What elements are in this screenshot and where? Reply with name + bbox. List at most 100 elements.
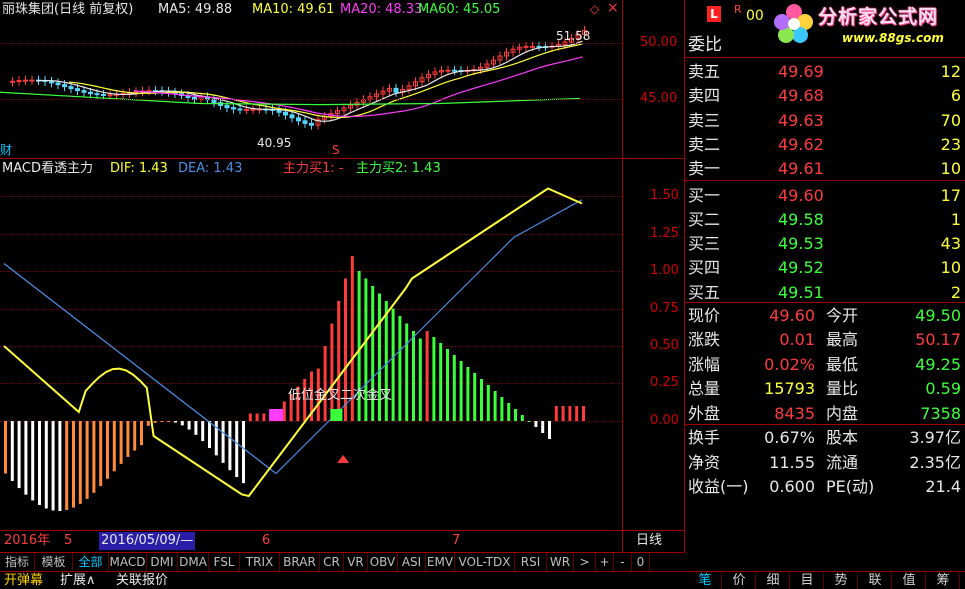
- macd-histogram-bar: [133, 421, 137, 451]
- annotation-second-golden-cross: 二次金叉: [340, 388, 393, 403]
- macd-histogram-bar: [112, 421, 116, 472]
- l-badge[interactable]: L: [707, 6, 721, 22]
- finance-value: 3.97亿: [909, 428, 961, 447]
- indicator-tab[interactable]: BRAR: [280, 553, 320, 571]
- quote-tab[interactable]: 目: [791, 573, 824, 589]
- indicator-tab[interactable]: VR: [344, 553, 368, 571]
- finance-label: 收益(一): [688, 477, 749, 496]
- finance-label: 流通: [826, 452, 859, 472]
- macd-histogram-bar: [473, 373, 477, 421]
- quote-tab[interactable]: 值: [893, 573, 926, 589]
- macd-histogram-bar: [534, 421, 538, 427]
- macd-histogram-bar: [174, 421, 177, 423]
- indicator-tab[interactable]: -: [614, 553, 632, 571]
- indicator-tab[interactable]: EMV: [426, 553, 455, 571]
- macd-histogram-bar: [58, 421, 62, 511]
- finance-label: 净资: [688, 452, 721, 472]
- lower-ytick: 0.50: [650, 338, 679, 353]
- finance-row: 收益(一) 0.600 PE(动) 21.4: [686, 475, 965, 498]
- order-volume: 10: [940, 258, 961, 278]
- finance-row: 换手 0.67% 股本 3.97亿: [686, 426, 965, 449]
- ma-line: [68, 43, 583, 119]
- macd-histogram-bar: [391, 308, 395, 421]
- quote-tab[interactable]: 势: [825, 573, 858, 589]
- indicator-tab[interactable]: WR: [547, 553, 574, 571]
- upper-ytick-45: 45.00: [640, 91, 678, 106]
- kline-chart: [0, 25, 587, 130]
- quote-sep-1: [685, 57, 965, 58]
- order-book-row: 买四 49.52 10: [686, 256, 965, 279]
- diamond-icon[interactable]: ◇: [590, 1, 599, 17]
- indicator-tab[interactable]: TRIX: [240, 553, 280, 571]
- indicator-tab[interactable]: DMA: [178, 553, 209, 571]
- macd-histogram-bar: [180, 421, 184, 426]
- related-quotes-tab[interactable]: 关联报价: [116, 572, 168, 589]
- ma20-label: MA20: 48.33: [340, 2, 423, 17]
- cursor-date-box: 2016/05/09/—: [99, 532, 196, 550]
- candle-body: [309, 122, 314, 126]
- macd-histogram-bar: [72, 421, 75, 508]
- order-volume: 12: [940, 62, 961, 81]
- indicator-tab[interactable]: 指标: [0, 553, 35, 571]
- indicator-tab[interactable]: 全部: [73, 553, 109, 571]
- candle-body: [88, 91, 93, 95]
- period-label[interactable]: 日线: [636, 533, 662, 549]
- indicator-tab[interactable]: RSI: [515, 553, 547, 571]
- candle-body: [62, 84, 67, 88]
- candle-body: [75, 88, 80, 92]
- order-volume: 70: [940, 110, 961, 130]
- order-price: 49.52: [778, 258, 824, 278]
- expand-toggle[interactable]: 扩展∧: [60, 572, 96, 589]
- quote-tab[interactable]: 筹: [927, 573, 960, 589]
- macd-histogram-bar: [140, 421, 143, 446]
- indicator-tab[interactable]: DMI: [147, 553, 178, 571]
- macd-histogram-bar: [31, 421, 35, 501]
- candle-body: [29, 79, 35, 82]
- quote-tab[interactable]: 价: [723, 573, 756, 589]
- quote-tab[interactable]: 联: [859, 573, 892, 589]
- quote-stat-row: 现价 49.60 今开 49.50: [686, 304, 965, 327]
- macd-line: [3, 187, 583, 498]
- order-volume: 23: [940, 134, 961, 154]
- macd-histogram-bar: [575, 406, 579, 421]
- indicator-tab[interactable]: MACD: [109, 553, 147, 571]
- indicator-tab[interactable]: >: [574, 553, 596, 571]
- order-volume: 43: [940, 234, 961, 254]
- candle-body: [211, 99, 217, 104]
- stat-label: 外盘: [688, 403, 721, 423]
- r-badge[interactable]: R: [734, 2, 742, 18]
- macd-histogram-bar: [235, 421, 239, 478]
- order-book-row: 买一 49.60 17: [686, 184, 965, 207]
- candle-body: [16, 80, 22, 83]
- stock-code-fragment: 00: [746, 8, 764, 24]
- macd-histogram-bar: [548, 421, 551, 439]
- close-icon[interactable]: ×: [607, 0, 619, 16]
- stat-value: 8435: [774, 403, 815, 423]
- quote-tab[interactable]: 笔: [689, 573, 722, 589]
- indicator-tab[interactable]: CR: [320, 553, 344, 571]
- quote-tab[interactable]: 细: [757, 573, 790, 589]
- macd-histogram-bar: [51, 421, 55, 511]
- indicator-tab[interactable]: 0: [632, 553, 650, 571]
- indicator-tab[interactable]: 模板: [35, 553, 73, 571]
- macd-histogram-bar: [466, 367, 470, 421]
- macd-histogram-bar: [405, 323, 409, 421]
- order-level-label: 买五: [688, 282, 721, 302]
- order-level-label: 卖三: [688, 110, 721, 130]
- macd-histogram-bar: [452, 355, 456, 421]
- indicator-tab[interactable]: +: [596, 553, 614, 571]
- macd-histogram-bar: [541, 421, 545, 433]
- order-volume: 17: [940, 185, 961, 205]
- indicator-tab[interactable]: FSL: [209, 553, 240, 571]
- finance-glyph[interactable]: 财: [0, 142, 12, 158]
- indicator-tab[interactable]: OBV: [368, 553, 398, 571]
- indicator-tab[interactable]: VOL-TDX: [455, 553, 515, 571]
- macd-histogram-bar: [99, 421, 103, 487]
- danmaku-toggle[interactable]: 开弹幕: [4, 572, 43, 589]
- finance-row: 净资 11.55 流通 2.35亿: [686, 451, 965, 474]
- candle-body: [68, 86, 74, 90]
- macd-histogram-bar: [500, 397, 504, 421]
- order-price: 49.63: [778, 110, 824, 130]
- order-level-label: 买三: [688, 234, 721, 254]
- indicator-tab[interactable]: ASI: [398, 553, 426, 571]
